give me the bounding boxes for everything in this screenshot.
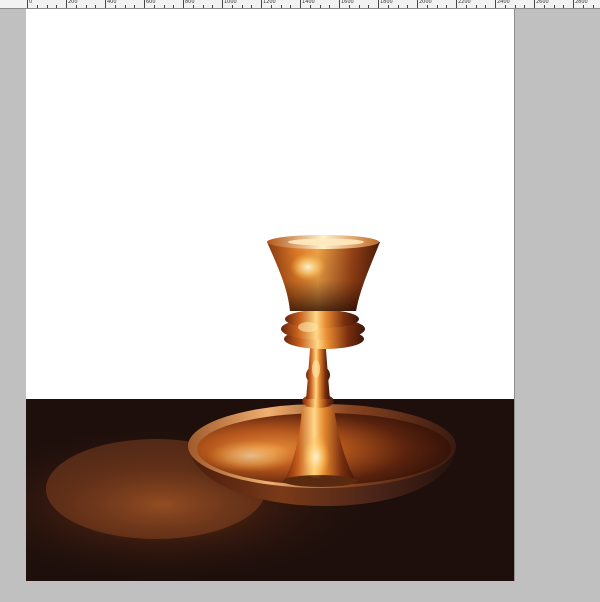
- ruler-major-tick: [417, 0, 418, 8]
- ruler-minor-tick: [212, 5, 214, 8]
- collar-highlight: [298, 322, 318, 332]
- stem-highlight: [312, 360, 320, 378]
- upper-collar-top: [285, 310, 359, 328]
- ruler-major-tick: [495, 0, 496, 8]
- ruler-major-tick: [339, 0, 340, 8]
- ruler-major-tick: [456, 0, 457, 8]
- cup-rim-shine: [288, 238, 364, 246]
- ruler-label: 1200: [263, 0, 276, 5]
- ruler-minor-tick: [280, 5, 282, 8]
- ruler-label: 2000: [419, 0, 432, 5]
- ruler-minor-tick: [46, 5, 48, 8]
- ruler-minor-tick: [465, 5, 467, 8]
- ruler-label: 1000: [224, 0, 237, 5]
- ruler-minor-tick: [202, 5, 204, 8]
- ruler-label: 1800: [380, 0, 393, 5]
- ruler-major-tick: [534, 0, 535, 8]
- ruler-minor-tick: [446, 5, 448, 8]
- ruler-minor-tick: [85, 5, 87, 8]
- candlestick-artwork: [26, 235, 514, 581]
- ruler-minor-tick: [163, 5, 165, 8]
- ruler-minor-tick: [592, 5, 594, 8]
- ruler-minor-tick: [514, 5, 516, 8]
- ruler-minor-tick: [358, 5, 360, 8]
- ruler-label: 2200: [458, 0, 471, 5]
- ruler-minor-tick: [270, 5, 272, 8]
- ruler-minor-tick: [290, 5, 292, 8]
- ruler-minor-tick: [114, 5, 116, 8]
- ruler-minor-tick: [75, 5, 77, 8]
- ruler-minor-tick: [563, 5, 565, 8]
- ruler-major-tick: [300, 0, 301, 8]
- cup-highlight: [290, 253, 326, 281]
- ruler-label: 0: [29, 0, 33, 5]
- ruler-minor-tick: [436, 5, 438, 8]
- ruler-minor-tick: [407, 5, 409, 8]
- ruler-major-tick: [261, 0, 262, 8]
- ruler-label: 2600: [536, 0, 549, 5]
- ruler-minor-tick: [124, 5, 126, 8]
- ruler-minor-tick: [485, 5, 487, 8]
- ruler-minor-tick: [319, 5, 321, 8]
- ruler-major-tick: [27, 0, 28, 8]
- ruler-label: 2400: [497, 0, 510, 5]
- base-highlight: [302, 435, 330, 479]
- ruler-minor-tick: [56, 5, 58, 8]
- ruler-minor-tick: [426, 5, 428, 8]
- ruler-minor-tick: [543, 5, 545, 8]
- ruler-minor-tick: [241, 5, 243, 8]
- saucer-highlight: [206, 440, 296, 472]
- ruler-major-tick: [183, 0, 184, 8]
- ruler-minor-tick: [582, 5, 584, 8]
- ruler-major-tick: [573, 0, 574, 8]
- ruler-minor-tick: [504, 5, 506, 8]
- ruler-major-tick: [105, 0, 106, 8]
- ruler-major-tick: [378, 0, 379, 8]
- ruler-major-tick: [144, 0, 145, 8]
- ruler-major-tick: [66, 0, 67, 8]
- ruler-minor-tick: [173, 5, 175, 8]
- ruler-minor-tick: [475, 5, 477, 8]
- ruler-minor-tick: [524, 5, 526, 8]
- ruler-label: 1400: [302, 0, 315, 5]
- ruler-label: 1600: [341, 0, 354, 5]
- ruler-minor-tick: [553, 5, 555, 8]
- ruler-minor-tick: [387, 5, 389, 8]
- ruler-label: 2800: [575, 0, 588, 5]
- ruler-minor-tick: [36, 5, 38, 8]
- ruler-minor-tick: [368, 5, 370, 8]
- ruler-minor-tick: [192, 5, 194, 8]
- ruler-minor-tick: [397, 5, 399, 8]
- ruler-minor-tick: [153, 5, 155, 8]
- document-workspace: 0 200 400 600 800 1000 1200 1400 1600 1800 2000 220…: [0, 0, 600, 602]
- cup-shading: [267, 242, 380, 311]
- ruler-minor-tick: [329, 5, 331, 8]
- horizontal-ruler[interactable]: 0 200 400 600 800 1000 1200 1400 1600 1800 2000 220…: [0, 0, 600, 9]
- ruler-minor-tick: [95, 5, 97, 8]
- ruler-minor-tick: [134, 5, 136, 8]
- ruler-minor-tick: [231, 5, 233, 8]
- ruler-minor-tick: [348, 5, 350, 8]
- ruler-minor-tick: [251, 5, 253, 8]
- ruler-minor-tick: [309, 5, 311, 8]
- image-canvas[interactable]: [26, 9, 514, 581]
- ruler-major-tick: [222, 0, 223, 8]
